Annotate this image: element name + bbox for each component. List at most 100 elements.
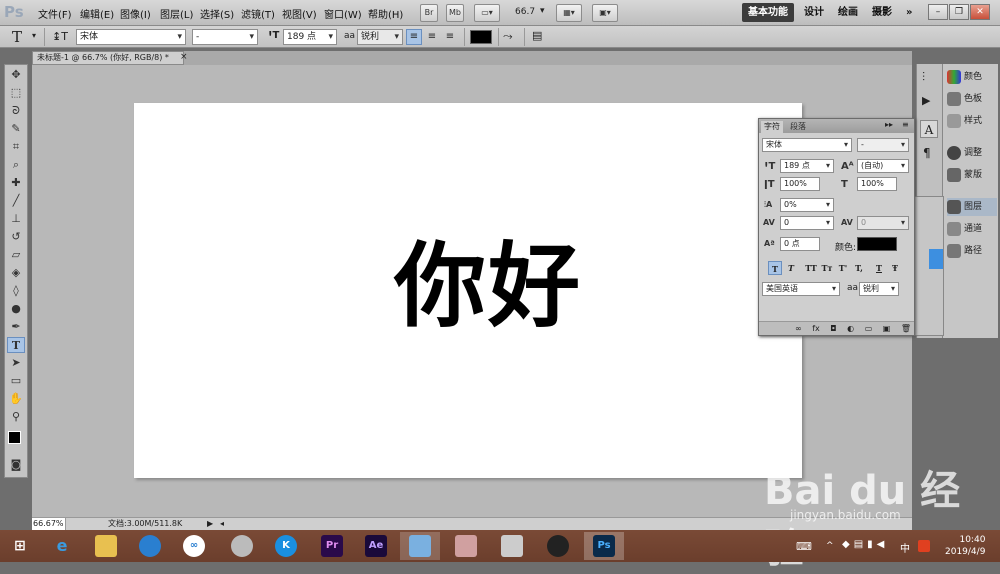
selected-layer-row[interactable] [929,249,943,269]
document-tab[interactable]: 未标题-1 @ 66.7% (你好, RGB/8) * [32,51,184,65]
hand-tool-icon[interactable]: ✋ [7,391,25,407]
keyboard-icon[interactable]: ⌨ [796,540,812,553]
zoom-dropdown-icon[interactable]: ▾ [540,6,545,16]
color-panel-tab[interactable]: 颜色 [947,68,982,86]
horizontal-scale-input[interactable]: 100% [857,177,897,191]
tray-icons[interactable]: ◆▤▮◀ [842,539,888,550]
restore-icon[interactable]: ❐ [949,4,969,20]
menu-window[interactable]: 窗口(W) [324,6,362,21]
tab-paragraph[interactable]: 段落 [787,121,809,133]
quick-mask-icon[interactable]: ◙ [7,457,25,473]
minimize-icon[interactable]: – [928,4,948,20]
menu-filter[interactable]: 滤镜(T) [241,6,275,21]
workspace-essentials[interactable]: 基本功能 [742,3,794,22]
history-panel-icon[interactable]: ⫶ [922,70,925,85]
qq-icon[interactable] [538,532,578,560]
workspace-design[interactable]: 设计 [798,3,830,22]
layers-footer-icons[interactable]: ∞ fx ◘ ◐ ▭ ▣ 🗑 [759,321,914,335]
menu-layer[interactable]: 图层(L) [160,6,193,21]
align-left-icon[interactable]: ≡ [406,29,422,45]
after-effects-icon[interactable]: Ae [356,532,396,560]
clone-stamp-tool-icon[interactable]: ⊥ [7,211,25,227]
workspace-more[interactable]: » [900,3,918,22]
cp-font-family-select[interactable]: 宋体 [762,138,852,152]
vertical-scale-input[interactable]: 100% [780,177,820,191]
cp-antialias-select[interactable]: 锐利 [859,282,899,296]
language-select[interactable]: 美国英语 [762,282,840,296]
arrange-documents-button[interactable]: ▦▾ [556,4,582,22]
crop-tool-icon[interactable]: ⌗ [7,139,25,155]
adjustments-panel-tab[interactable]: 调整 [947,144,982,162]
menu-view[interactable]: 视图(V) [282,6,317,21]
styles-panel-tab[interactable]: 样式 [947,112,982,130]
text-orientation-icon[interactable]: ↨T [52,30,68,43]
premiere-icon[interactable]: Pr [312,532,352,560]
app-icon[interactable] [222,532,262,560]
faux-bold-button[interactable]: T [768,261,782,275]
tracking-input[interactable]: 0 [857,216,909,230]
baidu-netdisk-icon[interactable]: ∞ [174,532,214,560]
swatches-panel-tab[interactable]: 色板 [947,90,982,108]
paths-panel-tab[interactable]: 路径 [947,242,982,260]
tray-expand-icon[interactable]: ^ [826,541,834,551]
calculator-icon[interactable] [492,532,532,560]
menu-help[interactable]: 帮助(H) [368,6,403,21]
masks-panel-tab[interactable]: 蒙版 [947,166,982,184]
small-caps-button[interactable]: Tт [820,261,834,275]
clock[interactable]: 10:40 2019/4/9 [945,534,985,558]
align-center-icon[interactable]: ≡ [424,29,440,45]
zoom-tool-icon[interactable]: ⚲ [7,409,25,425]
view-extras-button[interactable]: ▭▾ [474,4,500,22]
history-brush-tool-icon[interactable]: ↺ [7,229,25,245]
close-icon[interactable]: ✕ [970,4,990,20]
font-family-select[interactable]: 宋体 [76,29,186,45]
toggle-panels-icon[interactable]: ▤ [532,29,542,42]
font-size-input[interactable]: 189 点 [283,29,337,45]
scroll-left-icon[interactable]: ◂ [220,518,224,530]
cp-color-swatch[interactable] [857,237,897,251]
ie-icon[interactable]: e [42,532,82,560]
brush-tool-icon[interactable]: ╱ [7,193,25,209]
strikethrough-button[interactable]: Ŧ [888,261,902,275]
text-color-swatch[interactable] [470,30,492,44]
cp-font-size-input[interactable]: 189 点 [780,159,834,173]
workspace-painting[interactable]: 绘画 [832,3,864,22]
panel-menu-icon[interactable]: ≡ [902,120,909,129]
bridge-button[interactable]: Br [420,4,438,22]
tab-character[interactable]: 字符 [761,121,783,133]
eraser-tool-icon[interactable]: ▱ [7,247,25,263]
path-selection-tool-icon[interactable]: ➤ [7,355,25,371]
screen-mode-button[interactable]: ▣▾ [592,4,618,22]
sogou-icon[interactable] [918,540,930,552]
type-tool-preset-icon[interactable]: T [12,28,22,46]
dodge-tool-icon[interactable]: ● [7,301,25,317]
align-right-icon[interactable]: ≡ [442,29,458,45]
layers-panel-tab[interactable]: 图层 [947,198,997,216]
actions-panel-icon[interactable]: ▶ [922,94,930,107]
paint-bucket-tool-icon[interactable]: ◈ [7,265,25,281]
zoom-level[interactable]: 66.7 [515,7,535,17]
type-tool-icon[interactable]: T [7,337,25,353]
ime-indicator[interactable]: 中 [900,540,910,555]
baseline-shift-input[interactable]: 0 点 [780,237,820,251]
close-tab-icon[interactable]: × [180,52,188,62]
foreground-color-swatch[interactable] [8,431,21,444]
workspace-photography[interactable]: 摄影 [866,3,898,22]
all-caps-button[interactable]: TT [804,261,818,275]
k-app-icon[interactable]: K [266,532,306,560]
menu-edit[interactable]: 编辑(E) [80,6,114,21]
healing-brush-tool-icon[interactable]: ✚ [7,175,25,191]
canvas-text-layer[interactable]: 你好 [394,212,582,345]
blur-tool-icon[interactable]: ◊ [7,283,25,299]
quick-select-tool-icon[interactable]: ✎ [7,121,25,137]
tsume-input[interactable]: 0% [780,198,834,212]
collapse-panel-icon[interactable]: ▸▸ [885,120,893,129]
leading-input[interactable]: (自动) [857,159,909,173]
minibridge-button[interactable]: Mb [446,4,464,22]
eyedropper-tool-icon[interactable]: ⌕ [7,157,25,173]
paint-icon[interactable] [400,532,440,560]
menu-file[interactable]: 文件(F) [38,6,72,21]
faux-italic-button[interactable]: T [784,261,798,275]
warp-text-icon[interactable]: ⤳ [503,29,513,44]
shape-tool-icon[interactable]: ▭ [7,373,25,389]
